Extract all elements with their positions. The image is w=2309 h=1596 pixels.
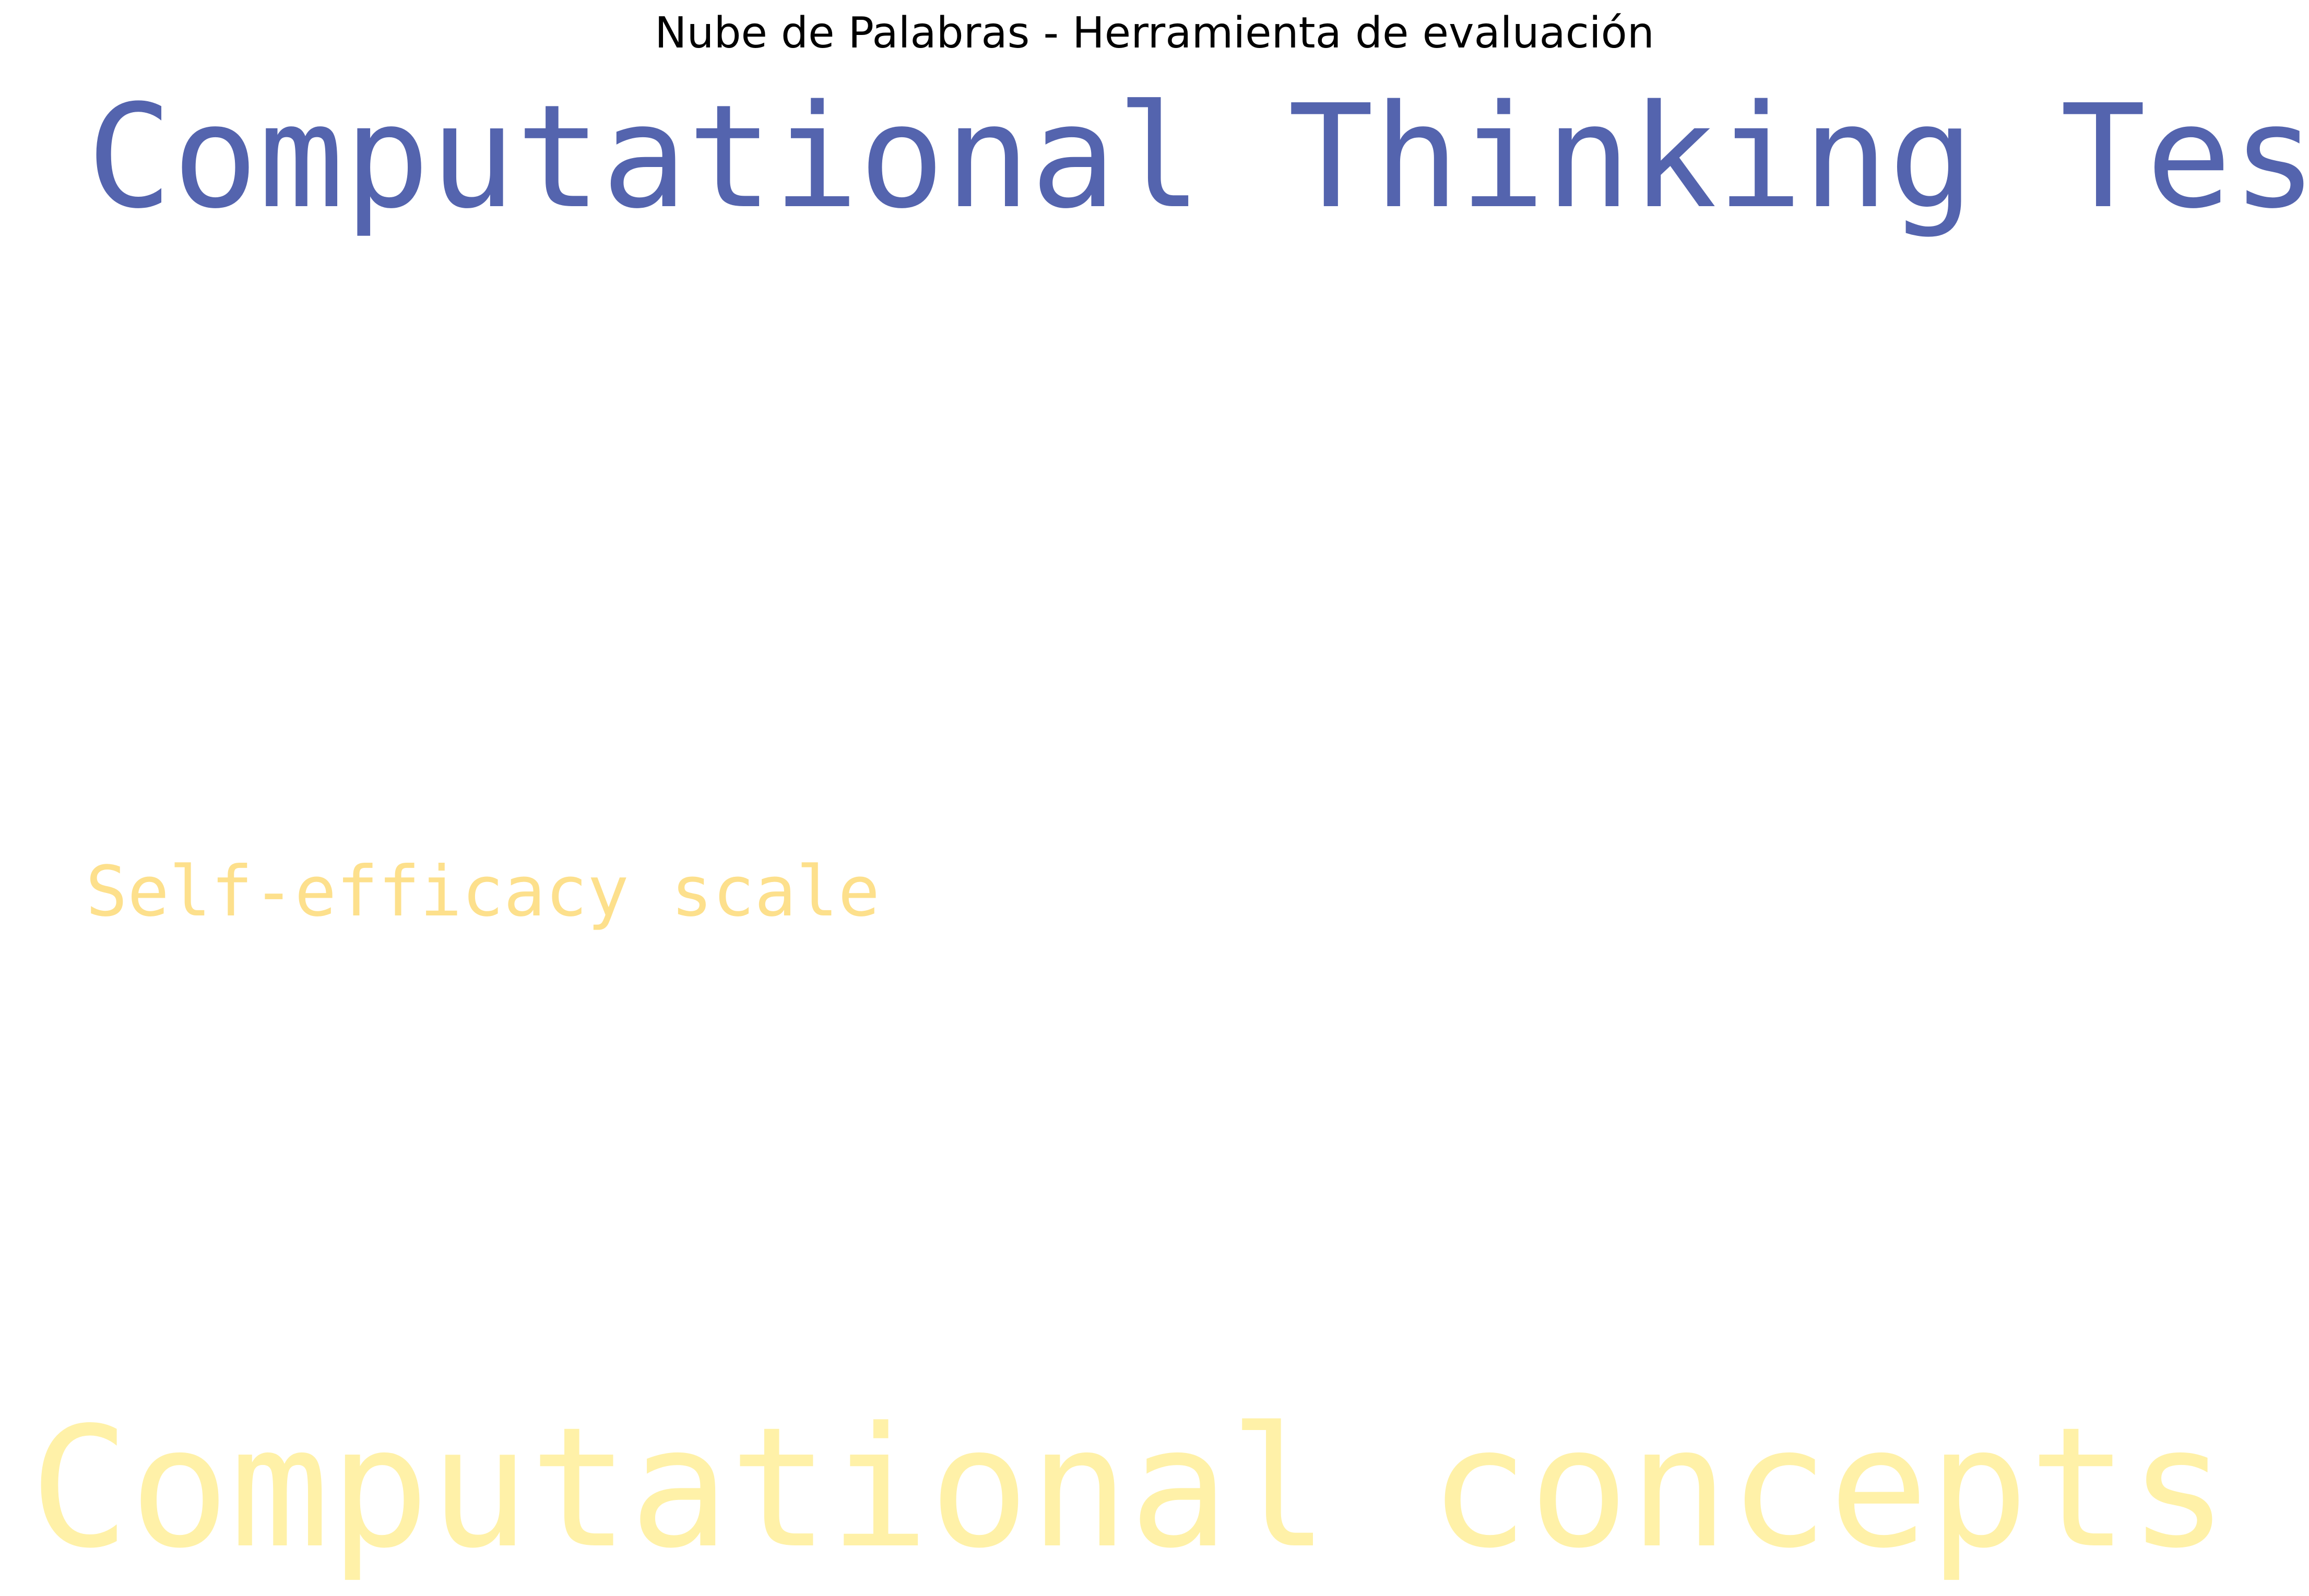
word-computational-thinking-test: Computational Thinking Test — [87, 75, 2309, 240]
word-self-efficacy-scale: Self-efficacy scale — [86, 852, 880, 932]
word-cloud-figure: Nube de Palabras - Herramienta de evalua… — [0, 0, 2309, 1596]
word-cloud: Computational Thinking Test Self-efficac… — [0, 0, 2309, 1596]
word-computational-concepts: Computational concepts — [30, 1391, 2229, 1585]
